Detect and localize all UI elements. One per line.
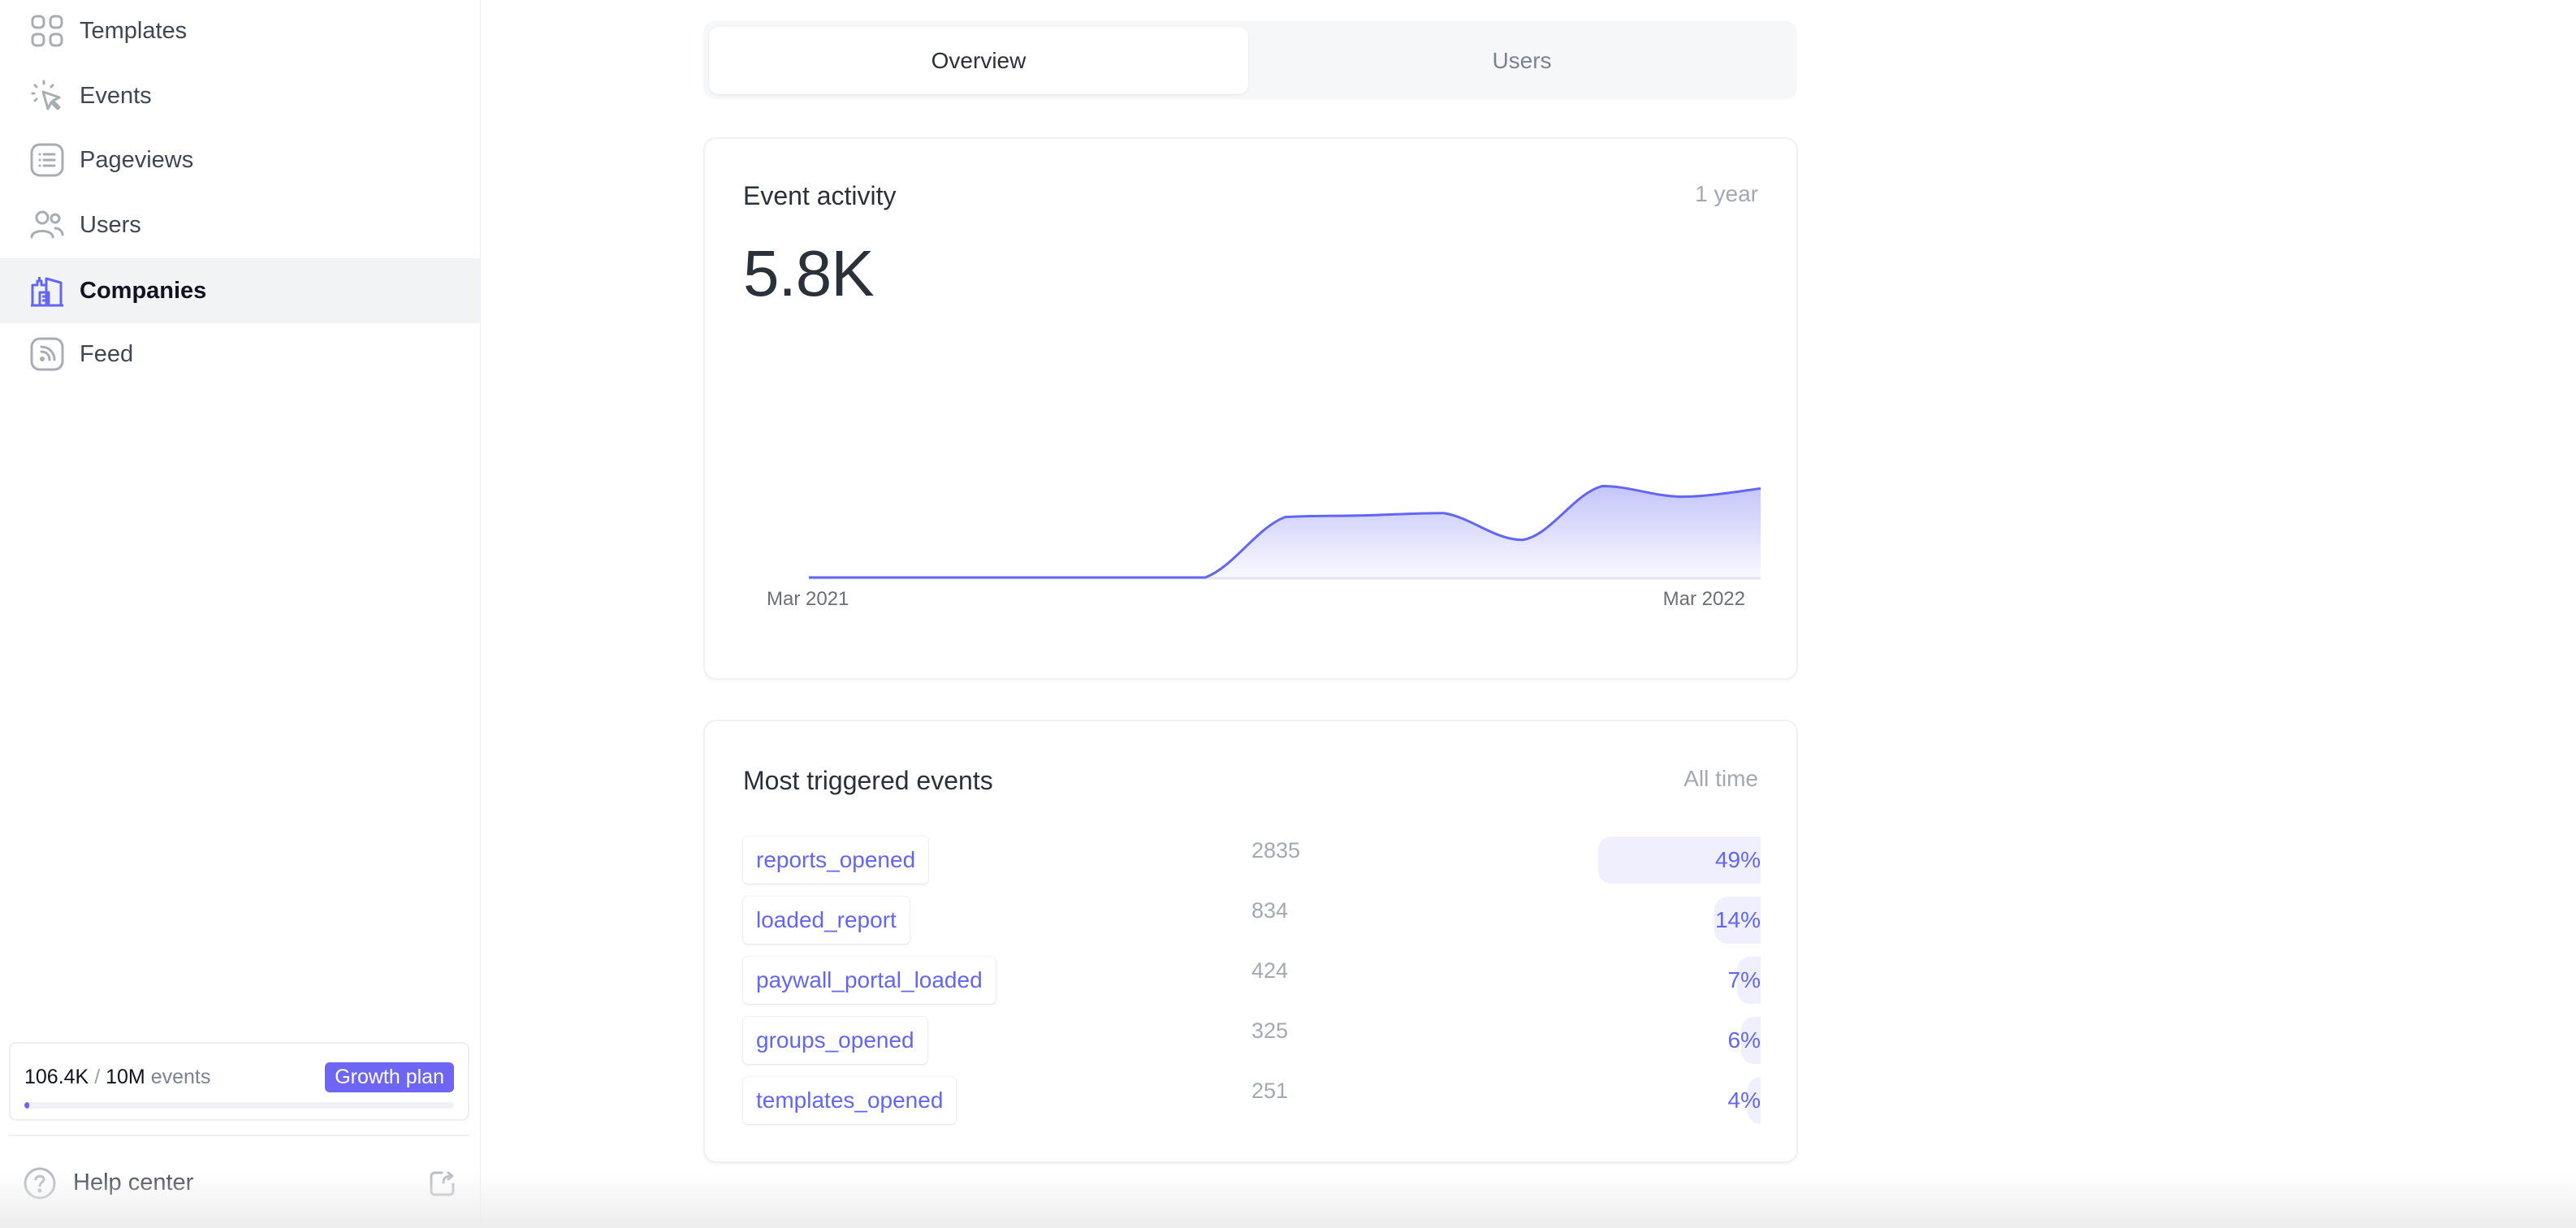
sidebar-item-feed[interactable]: Feed [0, 322, 480, 387]
help-center-link[interactable]: Help center [0, 1158, 480, 1207]
cursor-click-icon [30, 79, 64, 113]
chart-point-sep-2021 [1282, 515, 1287, 520]
chart-area [809, 486, 1761, 577]
event-name-pill[interactable]: templates_opened [743, 1077, 957, 1124]
sidebar: Templates Events Pageviews Users Compani… [0, 0, 481, 1228]
event-row: templates_opened 251 4% [743, 1077, 1761, 1124]
templates-grid-icon [30, 14, 64, 48]
x-tick-label: Mar 2021 [767, 588, 849, 610]
most-triggered-events-card: Most triggered events All time reports_o… [703, 720, 1798, 1163]
sidebar-item-pageviews[interactable]: Pageviews [0, 128, 480, 192]
chart-point-may-2021 [965, 575, 970, 580]
x-tick-label: Mar 2022 [1663, 588, 1745, 610]
event-count: 834 [1251, 898, 1289, 923]
help-circle-icon [23, 1166, 57, 1200]
usage-progress-bar [24, 1102, 454, 1109]
event-row: reports_opened 2835 49% [743, 837, 1761, 884]
sidebar-item-templates[interactable]: Templates [0, 0, 480, 63]
sidebar-divider [8, 1135, 469, 1136]
most-triggered-title: Most triggered events [743, 766, 993, 795]
users-icon [30, 208, 64, 242]
event-count: 325 [1251, 1018, 1289, 1043]
chart-point-jan-2022 [1600, 484, 1605, 489]
event-row: loaded_report 834 14% [743, 897, 1761, 944]
growth-plan-badge[interactable]: Growth plan [325, 1062, 454, 1092]
sidebar-item-label: Users [80, 211, 141, 238]
list-icon [30, 143, 64, 177]
tab-users[interactable]: Users [1252, 27, 1792, 94]
sidebar-item-label: Templates [80, 17, 188, 44]
event-percent: 14% [1714, 907, 1761, 932]
usage-unit: events [150, 1066, 211, 1088]
chart-point-apr-2021 [886, 575, 891, 580]
chart-point-feb-2022 [1679, 495, 1683, 499]
usage-separator: / [94, 1066, 101, 1088]
event-percent: 7% [1727, 967, 1761, 992]
event-percent: 49% [1714, 847, 1761, 872]
sidebar-item-label: Companies [80, 277, 207, 304]
event-activity-card: Event activity 1 year 5.8K Mar 2021 Mar … [703, 137, 1798, 680]
usage-used: 106.4K [24, 1066, 89, 1088]
event-name-pill[interactable]: paywall_portal_loaded [743, 957, 996, 1004]
usage-progress-fill [24, 1102, 29, 1109]
external-link-icon [429, 1170, 456, 1197]
event-name-pill[interactable]: reports_opened [743, 837, 929, 884]
event-percent: 4% [1727, 1087, 1761, 1113]
chart-point-oct-2021 [1362, 513, 1367, 518]
sidebar-item-events[interactable]: Events [0, 63, 480, 128]
help-center-label: Help center [73, 1170, 194, 1196]
chart-point-mar-2021 [806, 575, 811, 580]
chart-point-aug-2021 [1203, 575, 1208, 580]
usage-summary: 106.4K / 10M events [24, 1066, 210, 1089]
chart-point-jun-2021 [1044, 575, 1049, 580]
event-percent: 6% [1727, 1027, 1761, 1053]
sidebar-item-label: Feed [80, 340, 134, 367]
chart-point-nov-2021 [1441, 511, 1446, 516]
sidebar-item-companies[interactable]: Companies [0, 258, 480, 323]
event-count: 251 [1251, 1079, 1289, 1103]
chart-point-dec-2021 [1520, 538, 1525, 543]
event-row: groups_opened 325 6% [743, 1017, 1761, 1064]
usage-card: 106.4K / 10M events Growth plan [9, 1042, 469, 1121]
sidebar-item-users[interactable]: Users [0, 192, 480, 257]
tab-overview[interactable]: Overview [709, 27, 1248, 94]
sidebar-item-label: Pageviews [80, 146, 194, 173]
rss-feed-icon [30, 337, 64, 371]
chart-point-mar-2022 [1758, 486, 1763, 491]
most-triggered-range[interactable]: All time [1683, 766, 1758, 792]
event-count: 424 [1251, 958, 1289, 983]
usage-limit: 10M [106, 1066, 145, 1088]
event-name-pill[interactable]: groups_opened [743, 1017, 927, 1064]
event-count: 2835 [1251, 838, 1301, 863]
event-row: paywall_portal_loaded 424 7% [743, 957, 1761, 1004]
chart-point-jul-2021 [1124, 575, 1129, 580]
event-name-pill[interactable]: loaded_report [743, 897, 910, 944]
tab-bar: Overview Users [703, 21, 1797, 99]
event-activity-chart: Mar 2021 Mar 2022 [767, 484, 1763, 610]
sidebar-item-label: Events [80, 82, 152, 109]
buildings-icon [30, 274, 64, 308]
